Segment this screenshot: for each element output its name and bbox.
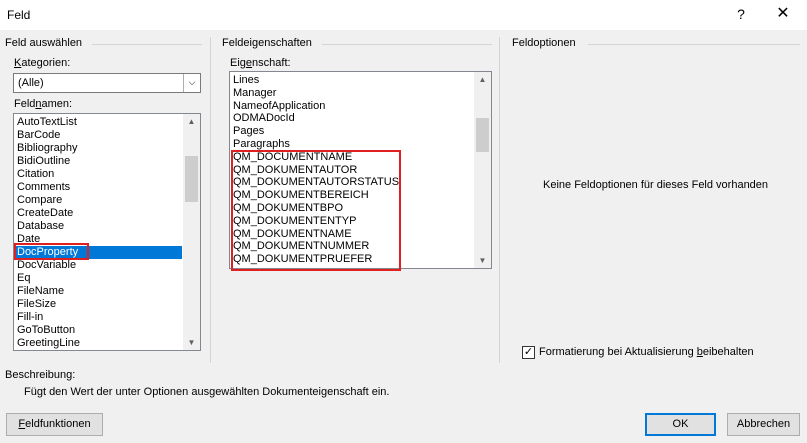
fieldnames-scrollbar[interactable]: ▲ ▼ [183,114,200,350]
preserve-formatting-label: Formatierung bei Aktualisierung beibehal… [539,346,754,358]
title-bar: Feld ? ✕ [0,0,807,30]
property-list-item[interactable]: Manager [233,87,276,100]
select-field-group-title: Feld auswählen [5,37,83,49]
preserve-formatting-checkbox[interactable]: ✓ [522,346,535,359]
highlight-box-docproperty [14,243,89,260]
scroll-down-icon[interactable]: ▼ [183,335,200,350]
vertical-separator [499,37,500,363]
no-options-message: Keine Feldoptionen für dieses Feld vorha… [543,179,769,191]
fieldnames-label: Feldnamen: [14,98,73,110]
fieldname-list-item[interactable]: Compare [17,194,62,207]
ok-button[interactable]: OK [645,413,716,436]
categories-value: (Alle) [18,77,44,89]
categories-label: Kategorien: [14,57,71,69]
fieldnames-listbox[interactable]: GreetingLine GoToButton Fill-in FileSize Fil… [13,113,201,351]
field-properties-group-title: Feldeigenschaften [222,37,312,49]
field-codes-button[interactable]: Feldfunktionen [6,413,103,436]
help-button[interactable]: ? [730,4,752,24]
highlight-box-qm-properties [231,150,401,271]
property-list-item[interactable]: Lines [233,74,259,87]
chevron-down-icon[interactable]: ⌵ [183,74,200,92]
fieldname-list-item[interactable]: Database [17,220,64,233]
fieldname-list-item[interactable]: Eq [17,272,30,285]
fieldname-list-item[interactable]: Citation [17,168,54,181]
cancel-button[interactable]: Abbrechen [727,413,800,436]
fieldname-list-item[interactable]: Fill-in [17,311,43,324]
scroll-up-icon[interactable]: ▲ [183,114,200,129]
scroll-thumb[interactable] [185,156,198,202]
fieldname-list-item[interactable]: AutoTextList [17,116,77,129]
fieldname-list-item[interactable]: FileName [17,285,64,298]
fieldname-list-item[interactable]: CreateDate [17,207,73,220]
fieldname-list-item[interactable]: FileSize [17,298,56,311]
group-divider [588,44,800,45]
group-divider [322,44,492,45]
fieldname-list-item[interactable]: Comments [17,181,70,194]
property-list-item[interactable]: NameofApplication [233,100,325,113]
fieldname-list-item[interactable]: Bibliography [17,142,78,155]
fieldname-list-item[interactable]: GoToButton [17,324,75,337]
fieldname-list-item[interactable]: BidiOutline [17,155,70,168]
description-label: Beschreibung: [5,369,76,381]
categories-label-rest: ategorien: [21,57,71,69]
vertical-separator [210,37,211,363]
categories-dropdown[interactable]: (Alle) ⌵ [13,73,201,93]
property-list-item[interactable]: Pages [233,125,264,138]
close-button[interactable]: ✕ [768,4,798,24]
field-options-group-title: Feldoptionen [512,37,576,49]
property-list-item[interactable]: ODMADocId [233,112,295,125]
group-divider [92,44,202,45]
window-title: Feld [7,8,31,22]
scroll-down-icon[interactable]: ▼ [474,253,491,268]
fieldname-list-item[interactable]: DocVariable [17,259,76,272]
scroll-thumb[interactable] [476,118,489,152]
checkmark-icon: ✓ [523,346,534,358]
fieldname-list-item[interactable]: GreetingLine [17,337,80,350]
description-text: Fügt den Wert der unter Optionen ausgewä… [24,386,390,398]
properties-scrollbar[interactable]: ▲ ▼ [474,72,491,268]
property-label: Eigenschaft: [230,57,291,69]
fieldname-list-item[interactable]: BarCode [17,129,60,142]
scroll-up-icon[interactable]: ▲ [474,72,491,87]
